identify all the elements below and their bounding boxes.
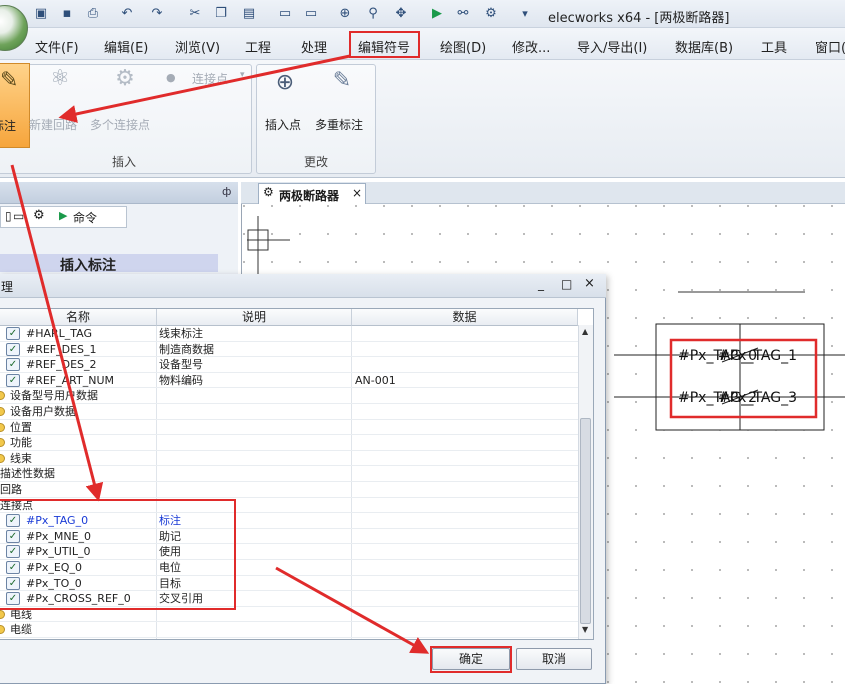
annotation-arrows	[10, 54, 430, 654]
